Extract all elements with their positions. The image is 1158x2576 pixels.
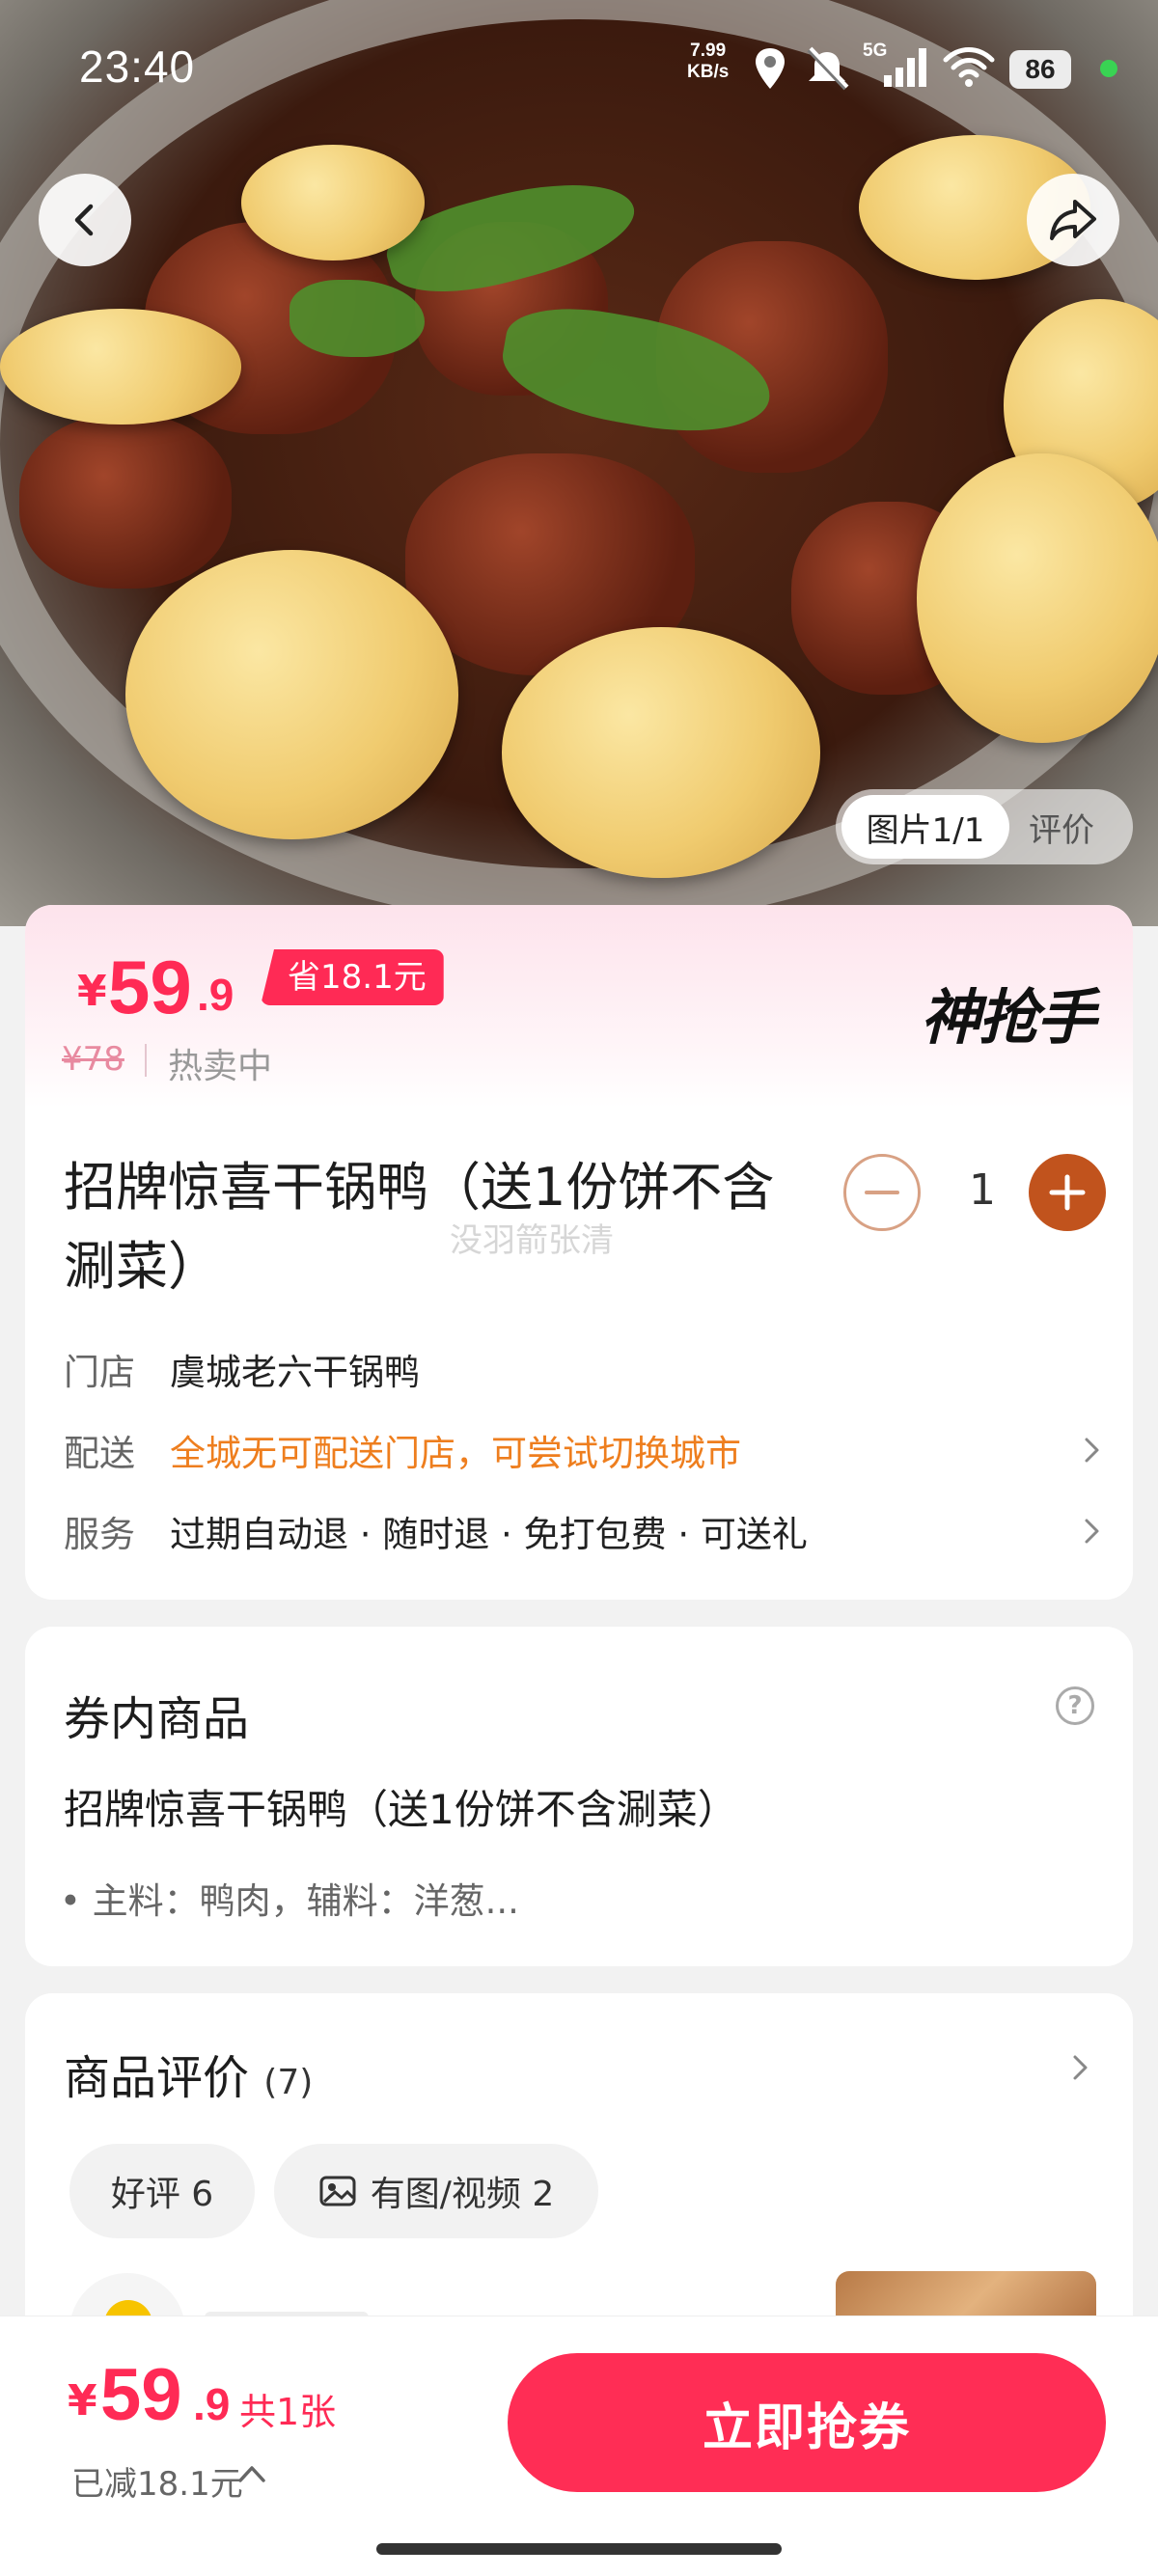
battery-indicator: 86 — [1009, 50, 1071, 89]
tab-images[interactable]: 图片1/1 — [841, 795, 1009, 859]
reviews-card: 商品评价 (7) 好评 6 有图/视频 2 — [25, 1993, 1133, 2360]
sale-status: 热卖中 — [168, 1047, 273, 1086]
image-tabs: 图片1/1 评价 — [836, 789, 1133, 864]
voucher-item-name: 招牌惊喜干锅鸭（送1份饼不含涮菜） — [64, 1786, 738, 1833]
total-currency: ¥ — [68, 2376, 97, 2425]
minus-icon — [865, 1191, 899, 1194]
product-card: ¥ 59 .9 省18.1元 ¥78 热卖中 神抢手 招牌惊喜干锅鸭（送1份饼不… — [25, 905, 1133, 1600]
tab-reviews[interactable]: 评价 — [1029, 804, 1094, 851]
price-decimal: .9 — [197, 970, 234, 1020]
increase-button[interactable] — [1029, 1154, 1106, 1231]
reviews-count: (7) — [263, 2063, 314, 2102]
watermark: 没羽箭张清 — [450, 1221, 614, 1260]
bread-bun — [0, 309, 241, 425]
help-icon[interactable]: ? — [1056, 1686, 1094, 1725]
status-bar: 23:40 7.99 KB/s 5G 86 — [0, 0, 1158, 135]
divider — [145, 1044, 147, 1077]
product-image[interactable]: 图片1/1 评价 — [0, 0, 1158, 926]
chevron-right-icon — [1085, 1438, 1099, 1463]
bread-bun — [917, 453, 1158, 743]
location-icon — [756, 48, 785, 89]
share-icon — [1050, 200, 1096, 240]
product-title: 招牌惊喜干锅鸭（送1份饼不含涮菜） — [64, 1157, 775, 1297]
service-label: 服务 — [64, 1514, 135, 1555]
delivery-label: 配送 — [64, 1433, 135, 1474]
discount-summary[interactable]: 已减18.1元 — [71, 2457, 243, 2505]
filter-chip-media-label: 有图/视频 2 — [370, 2175, 555, 2214]
privacy-dot — [1100, 60, 1117, 77]
filter-chip-good[interactable]: 好评 6 — [69, 2144, 255, 2238]
total-decimal: .9 — [193, 2379, 231, 2429]
voucher-count: 共1张 — [239, 2391, 337, 2433]
home-indicator[interactable] — [376, 2543, 782, 2555]
chevron-right-icon[interactable] — [1065, 2053, 1094, 2082]
signal-bars-icon — [884, 48, 926, 87]
network-speed-unit: KB/s — [687, 62, 730, 82]
plus-icon — [1049, 1174, 1086, 1211]
chevron-right-icon — [1085, 1519, 1099, 1544]
original-price: ¥78 — [62, 1040, 124, 1079]
store-label: 门店 — [64, 1352, 135, 1393]
bread-bun — [125, 550, 458, 839]
voucher-items-title: 券内商品 — [64, 1692, 250, 1746]
network-speed-value: 7.99 — [690, 41, 727, 61]
price-band: ¥ 59 .9 省18.1元 ¥78 热卖中 神抢手 — [25, 905, 1133, 1108]
brand-logo: 神抢手 — [920, 982, 1096, 1053]
image-icon — [319, 2176, 356, 2206]
bottom-bar: ¥ 59 .9 共1张 已减18.1元 立即抢券 — [0, 2316, 1158, 2576]
bread-bun — [502, 627, 820, 878]
decrease-button[interactable] — [843, 1154, 921, 1231]
delivery-value: 全城无可配送门店，可尝试切换城市 — [170, 1433, 741, 1474]
bread-bun — [241, 145, 425, 260]
clock: 23:40 — [79, 41, 196, 92]
total-integer: 59 — [100, 2354, 182, 2436]
service-row[interactable]: 服务 过期自动退 · 随时退 · 免打包费 · 可送礼 — [64, 1505, 1106, 1557]
filter-chip-media[interactable]: 有图/视频 2 — [274, 2144, 598, 2238]
grab-voucher-button[interactable]: 立即抢券 — [508, 2353, 1106, 2492]
price-integer: 59 — [108, 945, 192, 1029]
chevron-up-icon[interactable] — [237, 2463, 266, 2484]
network-speed: 7.99 KB/s — [687, 41, 729, 83]
mute-bell-icon — [807, 46, 849, 91]
quantity-stepper: 1 — [843, 1154, 1106, 1233]
voucher-items-card: 券内商品 ? 招牌惊喜干锅鸭（送1份饼不含涮菜） • 主料：鸭肉，辅料：洋葱..… — [25, 1627, 1133, 1966]
wifi-icon — [943, 47, 995, 87]
reviews-title[interactable]: 商品评价 (7) — [64, 2040, 313, 2107]
store-name: 虞城老六干锅鸭 — [170, 1352, 420, 1393]
service-value: 过期自动退 · 随时退 · 免打包费 · 可送礼 — [170, 1514, 808, 1555]
duck-piece — [19, 415, 232, 589]
reviews-title-text: 商品评价 — [64, 2051, 250, 2105]
delivery-row[interactable]: 配送 全城无可配送门店，可尝试切换城市 — [64, 1424, 1106, 1476]
save-badge: 省18.1元 — [261, 949, 444, 1005]
chevron-left-icon — [74, 204, 94, 236]
back-button[interactable] — [39, 174, 131, 266]
price-currency: ¥ — [77, 967, 107, 1016]
quantity-value: 1 — [969, 1165, 996, 1215]
share-button[interactable] — [1027, 174, 1119, 266]
store-row[interactable]: 门店 虞城老六干锅鸭 — [64, 1343, 1106, 1395]
voucher-item-detail: • 主料：鸭肉，辅料：洋葱... — [60, 1880, 519, 1922]
